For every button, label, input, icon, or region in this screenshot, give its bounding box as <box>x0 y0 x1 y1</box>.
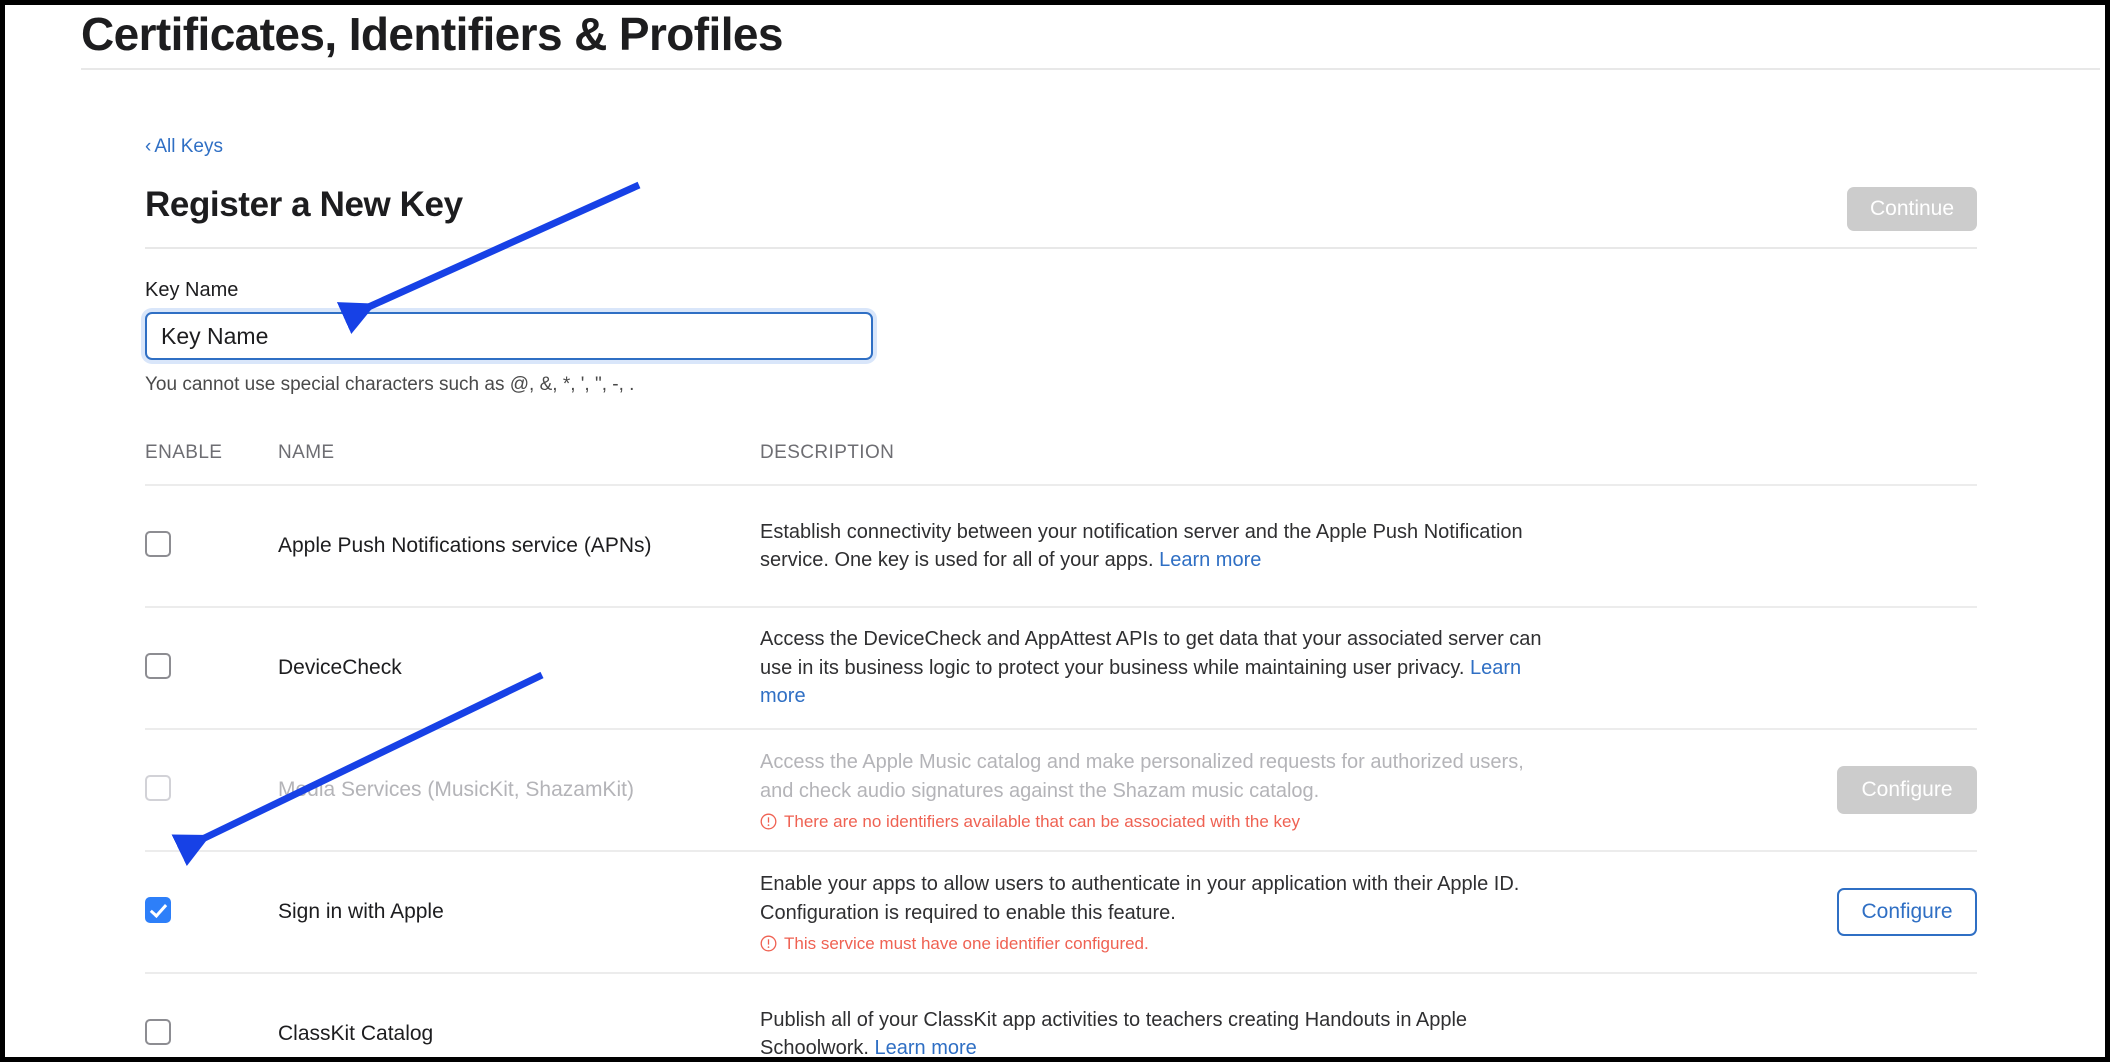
service-error-text: There are no identifiers available that … <box>784 811 1300 831</box>
table-row: Media Services (MusicKit, ShazamKit) Acc… <box>145 730 1977 852</box>
service-description-text: Establish connectivity between your noti… <box>760 520 1523 571</box>
service-name: Media Services (MusicKit, ShazamKit) <box>278 778 634 801</box>
service-description: Access the DeviceCheck and AppAttest API… <box>760 625 1560 710</box>
service-error-message: There are no identifiers available that … <box>760 812 1727 832</box>
service-error-text: This service must have one identifier co… <box>784 933 1149 953</box>
app-window: Certificates, Identifiers & Profiles ‹ Al… <box>0 0 2110 1062</box>
service-description: Establish connectivity between your noti… <box>760 518 1560 575</box>
column-header-enable: ENABLE <box>145 442 223 463</box>
table-row: Apple Push Notifications service (APNs) … <box>145 486 1977 608</box>
table-row: Sign in with Apple Enable your apps to a… <box>145 852 1977 974</box>
enable-checkbox-apns[interactable] <box>145 530 171 557</box>
key-name-input[interactable] <box>145 312 873 360</box>
main-content: ‹ All Keys Register a New Key Continue Ke… <box>145 135 1977 1059</box>
configure-button-sign-in-with-apple[interactable]: Configure <box>1837 888 1977 936</box>
service-description: Enable your apps to allow users to authe… <box>760 873 1520 924</box>
column-header-name: NAME <box>278 442 335 463</box>
learn-more-link[interactable]: Learn more <box>875 1037 977 1057</box>
table-header-row: ENABLE NAME DESCRIPTION <box>145 442 1977 486</box>
column-header-description: DESCRIPTION <box>760 442 895 463</box>
learn-more-link[interactable]: Learn more <box>1159 549 1261 571</box>
page-title: Register a New Key <box>145 185 463 224</box>
enable-checkbox-media-services[interactable] <box>145 774 171 801</box>
enable-checkbox-devicecheck[interactable] <box>145 652 171 679</box>
chevron-left-icon: ‹ <box>145 136 152 157</box>
key-name-help-text: You cannot use special characters such a… <box>145 374 635 395</box>
enable-checkbox-classkit-catalog[interactable] <box>145 1018 171 1045</box>
page-header: Certificates, Identifiers & Profiles <box>5 5 2105 77</box>
title-row: Register a New Key Continue <box>145 185 1977 237</box>
table-row: DeviceCheck Access the DeviceCheck and A… <box>145 608 1977 730</box>
breadcrumb-all-keys[interactable]: ‹ All Keys <box>145 135 223 159</box>
configure-button-media-services[interactable]: Configure <box>1837 766 1977 814</box>
service-description-text: Publish all of your ClassKit app activit… <box>760 1008 1468 1059</box>
service-description: Publish all of your ClassKit app activit… <box>760 1006 1560 1059</box>
breadcrumb-label: All Keys <box>154 136 223 157</box>
service-description: Access the Apple Music catalog and make … <box>760 751 1524 802</box>
alert-circle-icon <box>760 935 777 952</box>
page-title-main: Certificates, Identifiers & Profiles <box>81 8 783 60</box>
header-divider <box>81 68 2100 70</box>
continue-button[interactable]: Continue <box>1847 187 1977 231</box>
service-name: Apple Push Notifications service (APNs) <box>278 534 652 557</box>
alert-circle-icon <box>760 813 777 830</box>
service-description-text: Access the DeviceCheck and AppAttest API… <box>760 628 1542 679</box>
key-name-field-block: Key Name You cannot use special characte… <box>145 279 1977 396</box>
enable-checkbox-sign-in-with-apple[interactable] <box>145 896 171 923</box>
key-name-label: Key Name <box>145 279 239 301</box>
service-name: Sign in with Apple <box>278 900 444 923</box>
table-row: ClassKit Catalog Publish all of your Cla… <box>145 974 1977 1059</box>
services-table: ENABLE NAME DESCRIPTION Apple Push Notif… <box>145 442 1977 1059</box>
service-error-message: This service must have one identifier co… <box>760 934 1727 954</box>
service-name: DeviceCheck <box>278 656 402 679</box>
key-name-input-wrap <box>145 312 873 360</box>
service-name: ClassKit Catalog <box>278 1022 434 1045</box>
title-divider <box>145 247 1977 249</box>
